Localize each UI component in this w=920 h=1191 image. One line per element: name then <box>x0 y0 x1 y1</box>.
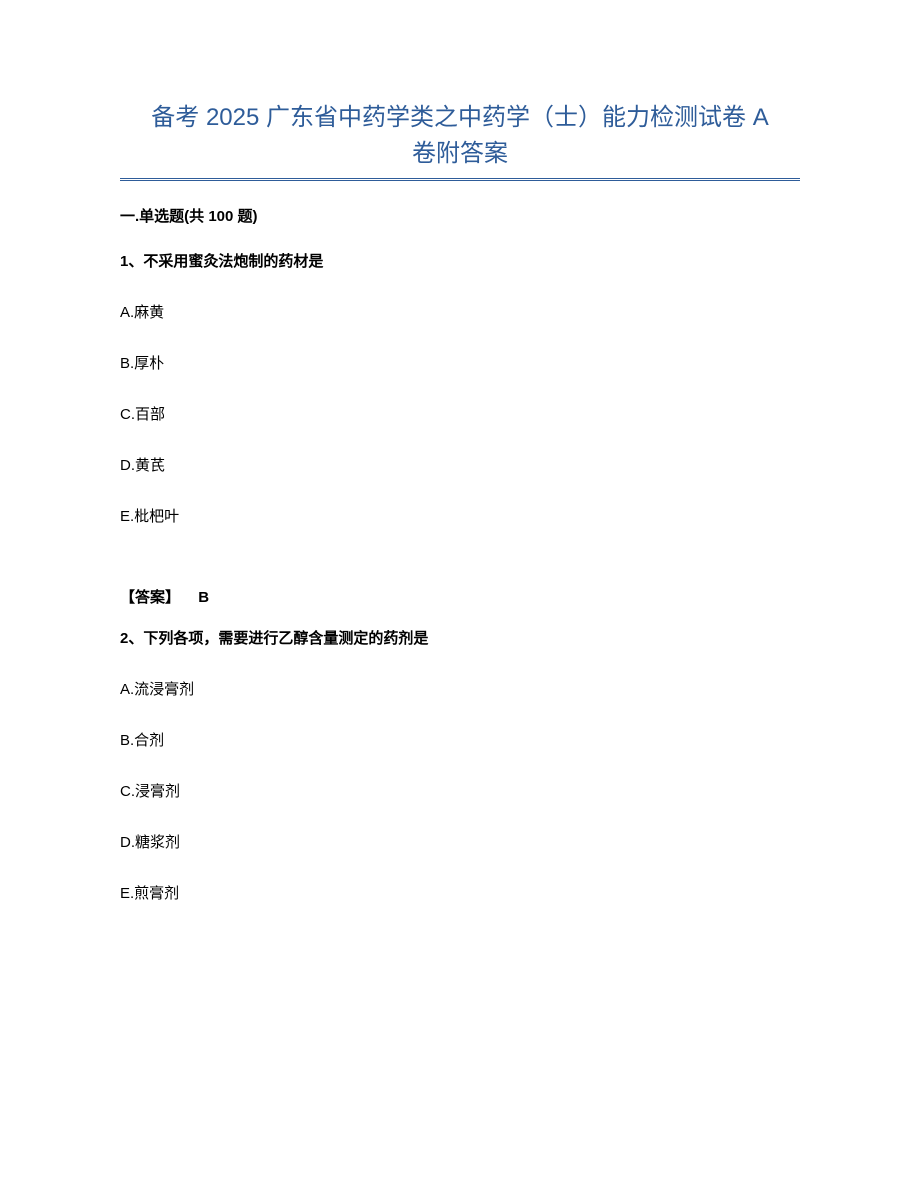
page-title: 备考 2025 广东省中药学类之中药学（士）能力检测试卷 A 卷附答案 <box>120 100 800 172</box>
title-line-1: 备考 2025 广东省中药学类之中药学（士）能力检测试卷 A <box>151 104 768 131</box>
answer-value: B <box>198 589 209 606</box>
question-2-option-a: A.流浸膏剂 <box>120 678 800 699</box>
question-1-option-e: E.枇杷叶 <box>120 505 800 526</box>
question-2-option-b: B.合剂 <box>120 729 800 750</box>
question-1-option-b: B.厚朴 <box>120 352 800 373</box>
question-1-answer: 【答案】 B <box>120 586 800 607</box>
question-2-option-d: D.糖浆剂 <box>120 831 800 852</box>
title-line-2: 卷附答案 <box>412 140 508 167</box>
question-1-option-d: D.黄芪 <box>120 454 800 475</box>
question-2-option-c: C.浸膏剂 <box>120 780 800 801</box>
question-1-stem: 1、不采用蜜灸法炮制的药材是 <box>120 250 800 271</box>
section-heading: 一.单选题(共 100 题) <box>120 205 800 226</box>
question-2-stem: 2、下列各项，需要进行乙醇含量测定的药剂是 <box>120 627 800 648</box>
answer-label: 【答案】 <box>120 589 180 606</box>
question-1-option-c: C.百部 <box>120 403 800 424</box>
title-underline <box>120 178 800 181</box>
question-2-option-e: E.煎膏剂 <box>120 882 800 903</box>
question-1-option-a: A.麻黄 <box>120 301 800 322</box>
